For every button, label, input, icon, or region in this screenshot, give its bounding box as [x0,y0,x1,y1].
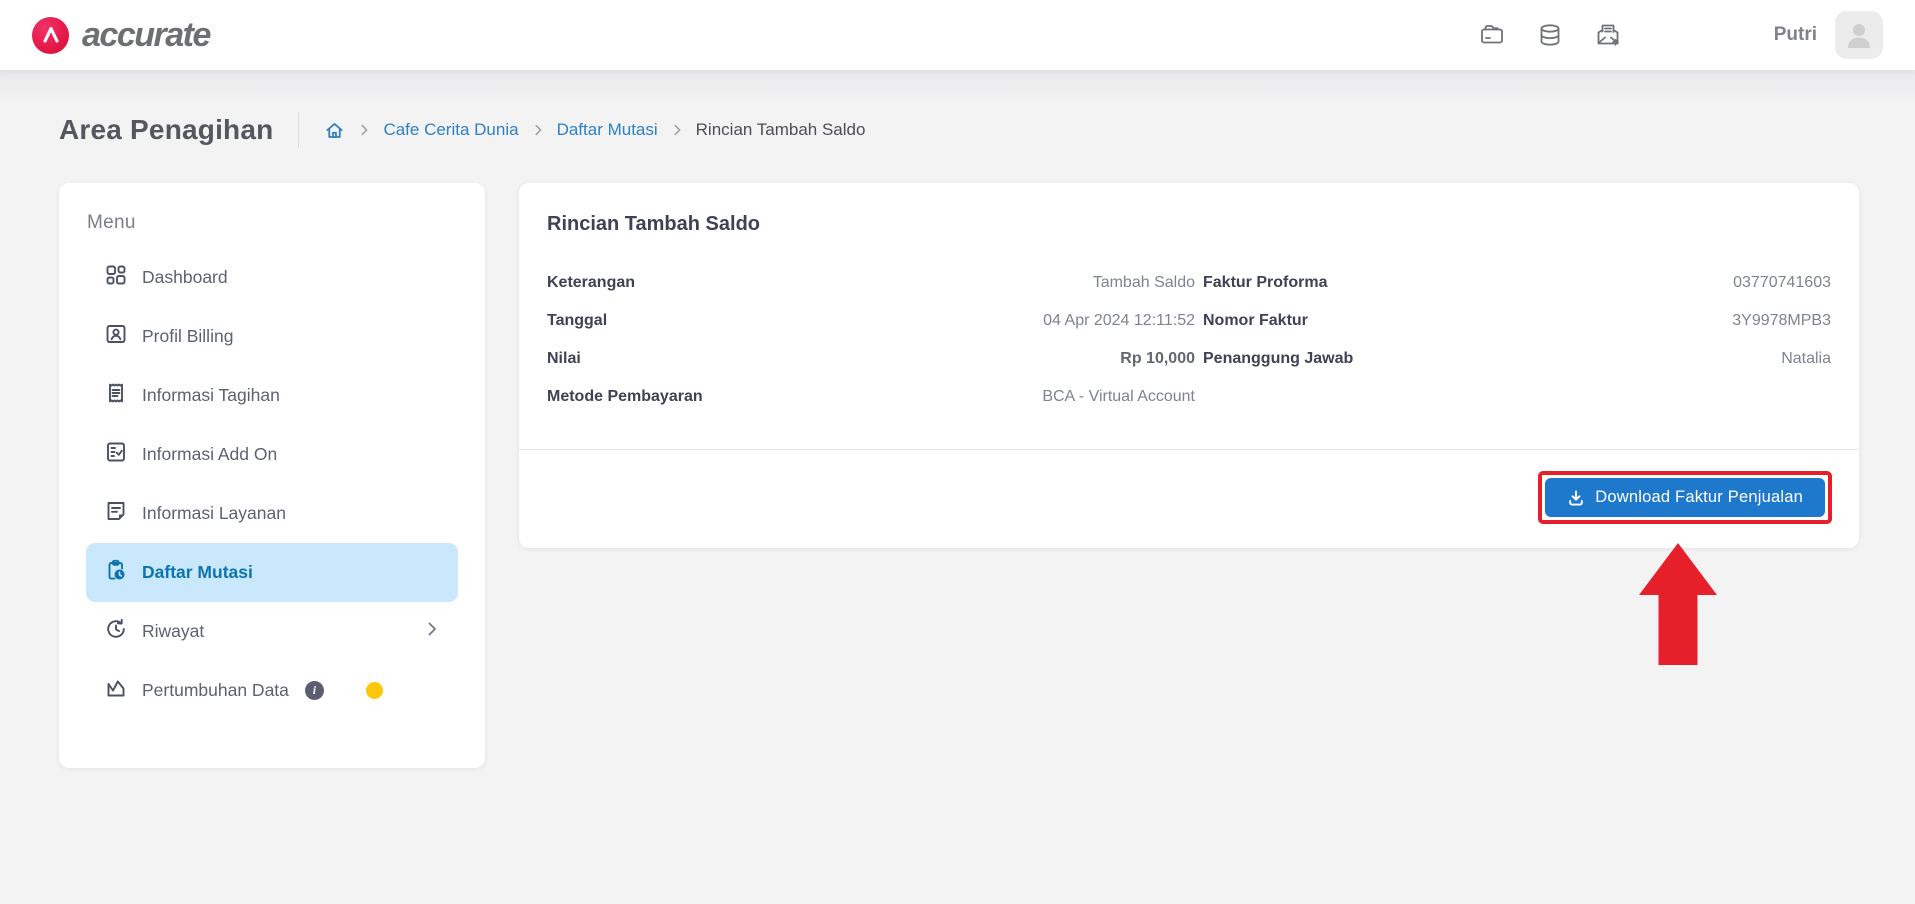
field-nilai: Nilai Rp 10,000 [547,340,1195,378]
top-bar: accurate Putri [0,0,1915,70]
breadcrumb-link-company[interactable]: Cafe Cerita Dunia [383,120,518,140]
send-invoice-icon[interactable] [1592,19,1624,51]
sidebar-item-dashboard[interactable]: Dashboard [86,248,458,307]
user-name: Putri [1773,24,1817,45]
field-label: Keterangan [547,274,636,291]
field-value: 04 Apr 2024 12:11:52 [1043,312,1195,329]
clipboard-clock-icon [104,558,128,587]
breadcrumb: Cafe Cerita Dunia Daftar Mutasi Rincian … [324,120,865,141]
history-icon [104,617,128,646]
sidebar-item-daftar-mutasi[interactable]: Daftar Mutasi [86,543,458,602]
sidebar-item-label: Informasi Layanan [142,503,286,523]
field-nomor-faktur: Nomor Faktur 3Y9978MPB3 [1203,302,1831,340]
download-faktur-button[interactable]: Download Faktur Penjualan [1545,478,1825,517]
field-penanggung-jawab: Penanggung Jawab Natalia [1203,340,1831,378]
user-avatar[interactable] [1835,11,1883,59]
card-divider [519,449,1859,450]
field-label: Penanggung Jawab [1203,350,1354,367]
field-value: 03770741603 [1733,274,1831,291]
detail-card-title: Rincian Tambah Saldo [547,213,760,235]
title-divider [298,112,300,148]
info-icon[interactable]: i [304,681,324,700]
sidebar-item-label: Pertumbuhan Data [142,680,289,700]
sidebar-item-label: Profil Billing [142,326,234,346]
red-up-arrow-annotation [1639,543,1717,665]
sidebar-item-informasi-tagihan[interactable]: Informasi Tagihan [86,366,458,425]
detail-card: Rincian Tambah Saldo Keterangan Tambah S… [519,183,1859,548]
profile-card-icon [104,322,128,351]
sidebar-item-profil-billing[interactable]: Profil Billing [86,307,458,366]
detail-fields-right: Faktur Proforma 03770741603 Nomor Faktur… [1203,264,1831,416]
field-metode-pembayaran: Metode Pembayaran BCA - Virtual Account [547,378,1195,416]
field-label: Faktur Proforma [1203,274,1328,291]
yellow-status-dot [365,682,383,699]
sidebar-item-riwayat[interactable]: Riwayat [86,602,458,661]
sidebar-item-pertumbuhan-data[interactable]: Pertumbuhan Data i [86,661,458,720]
sidebar-item-label: Dashboard [142,267,228,287]
sidebar-item-label: Informasi Add On [142,444,278,464]
field-keterangan: Keterangan Tambah Saldo [547,264,1195,302]
field-label: Nomor Faktur [1203,312,1308,329]
field-label: Tanggal [547,312,608,329]
detail-fields-left: Keterangan Tambah Saldo Tanggal 04 Apr 2… [547,264,1195,416]
field-faktur-proforma: Faktur Proforma 03770741603 [1203,264,1831,302]
field-tanggal: Tanggal 04 Apr 2024 12:11:52 [547,302,1195,340]
red-highlight-box: Download Faktur Penjualan [1538,471,1832,524]
list-check-icon [104,440,128,469]
field-value: BCA - Virtual Account [1042,388,1195,405]
field-value: 3Y9978MPB3 [1732,312,1831,329]
growth-chart-icon [104,676,128,705]
breadcrumb-separator-icon [670,123,684,137]
breadcrumb-separator-icon [357,123,371,137]
note-icon [104,499,128,528]
breadcrumb-link-daftar-mutasi[interactable]: Daftar Mutasi [557,120,658,140]
sidebar-item-label: Daftar Mutasi [142,562,253,582]
download-button-label: Download Faktur Penjualan [1595,488,1803,506]
sidebar-item-informasi-layanan[interactable]: Informasi Layanan [86,484,458,543]
breadcrumb-current: Rincian Tambah Saldo [695,120,866,139]
header-shadow-band [0,70,1915,104]
download-icon [1569,490,1584,506]
archive-drawer-icon[interactable] [1476,19,1508,51]
page-title: Area Penagihan [59,114,274,145]
field-value: Natalia [1781,350,1831,367]
dashboard-icon [104,263,128,292]
field-value: Rp 10,000 [1120,350,1195,367]
chevron-right-icon [424,621,440,642]
receipt-icon [104,381,128,410]
accurate-logo[interactable]: accurate [32,15,211,55]
home-icon[interactable] [324,120,345,141]
sidebar-menu: Menu Dashboard Profil Billing Informasi … [59,183,485,768]
field-value: Tambah Saldo [1092,274,1195,291]
menu-heading: Menu [87,212,136,233]
field-label: Nilai [547,350,581,367]
database-icon[interactable] [1534,19,1566,51]
sidebar-item-label: Riwayat [142,621,205,641]
accurate-logo-icon [32,16,69,54]
sidebar-item-informasi-add-on[interactable]: Informasi Add On [86,425,458,484]
sidebar-item-label: Informasi Tagihan [142,385,280,405]
accurate-logo-text: accurate [82,15,211,54]
breadcrumb-separator-icon [531,123,545,137]
field-label: Metode Pembayaran [547,388,703,405]
